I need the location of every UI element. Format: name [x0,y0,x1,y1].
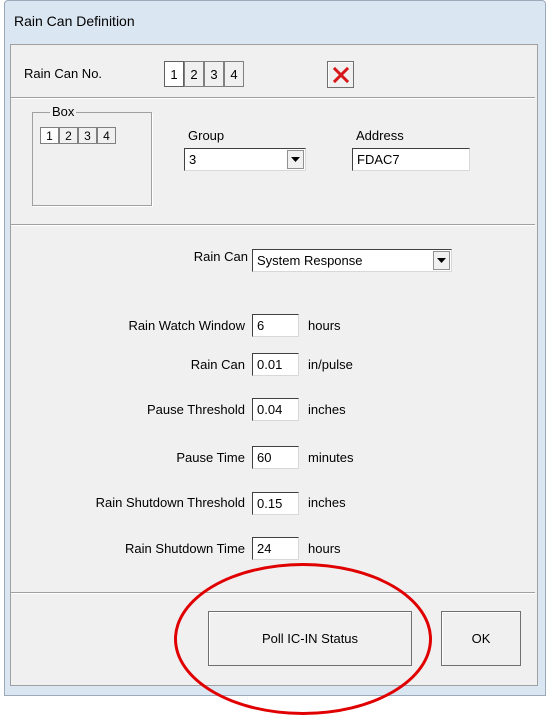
tab-rain-can-2[interactable]: 2 [184,61,204,87]
pause-time-unit: minutes [308,450,354,465]
group-label: Group [188,128,225,143]
group-value: 3 [189,152,197,167]
poll-ic-in-status-button[interactable]: Poll IC-IN Status [208,611,412,666]
rain-shutdown-threshold-unit: inches [308,495,346,510]
group-select[interactable]: 3 [184,148,306,171]
chevron-down-icon[interactable] [433,251,450,270]
address-label: Address [356,128,404,143]
ok-button[interactable]: OK [441,611,521,666]
box-title: Box [50,104,77,119]
separator [11,592,535,594]
rain-can-no-label: Rain Can No. [24,66,103,81]
tab-rain-can-4[interactable]: 4 [224,61,244,87]
rain-shutdown-time-field[interactable]: 24 [252,537,299,560]
rain-watch-window-label: Rain Watch Window [128,318,245,333]
box-tab-3[interactable]: 3 [78,127,97,144]
separator [11,224,535,226]
rain-can-type-label: Rain Can [193,249,248,264]
pause-threshold-unit: inches [308,402,346,417]
pause-time-label: Pause Time [176,450,245,465]
rain-watch-window-unit: hours [308,318,341,333]
box-tab-2[interactable]: 2 [59,127,78,144]
pause-time-field[interactable]: 60 [252,446,299,469]
red-x-icon [332,66,349,83]
rain-shutdown-time-unit: hours [308,541,341,556]
rain-can-rate-label: Rain Can [190,357,245,372]
separator [11,97,535,99]
tab-rain-can-3[interactable]: 3 [204,61,224,87]
pause-threshold-label: Pause Threshold [146,402,245,417]
rain-can-type-select[interactable]: System Response [252,249,452,272]
rain-shutdown-threshold-field[interactable]: 0.15 [252,492,299,515]
rain-shutdown-time-label: Rain Shutdown Time [125,541,245,556]
rain-can-rate-field[interactable]: 0.01 [252,353,299,376]
window-title: Rain Can Definition [14,13,135,29]
rain-can-type-value: System Response [257,253,363,268]
box-tab-1[interactable]: 1 [40,127,59,144]
pause-threshold-field[interactable]: 0.04 [252,398,299,421]
rain-watch-window-field[interactable]: 6 [252,314,299,337]
address-field[interactable]: FDAC7 [352,148,470,171]
box-tab-4[interactable]: 4 [97,127,116,144]
rain-can-rate-unit: in/pulse [308,357,353,372]
delete-rain-can-button[interactable] [327,61,354,88]
rain-shutdown-threshold-label: Rain Shutdown Threshold [95,495,245,510]
chevron-down-icon[interactable] [287,150,304,169]
tab-rain-can-1[interactable]: 1 [164,61,184,87]
